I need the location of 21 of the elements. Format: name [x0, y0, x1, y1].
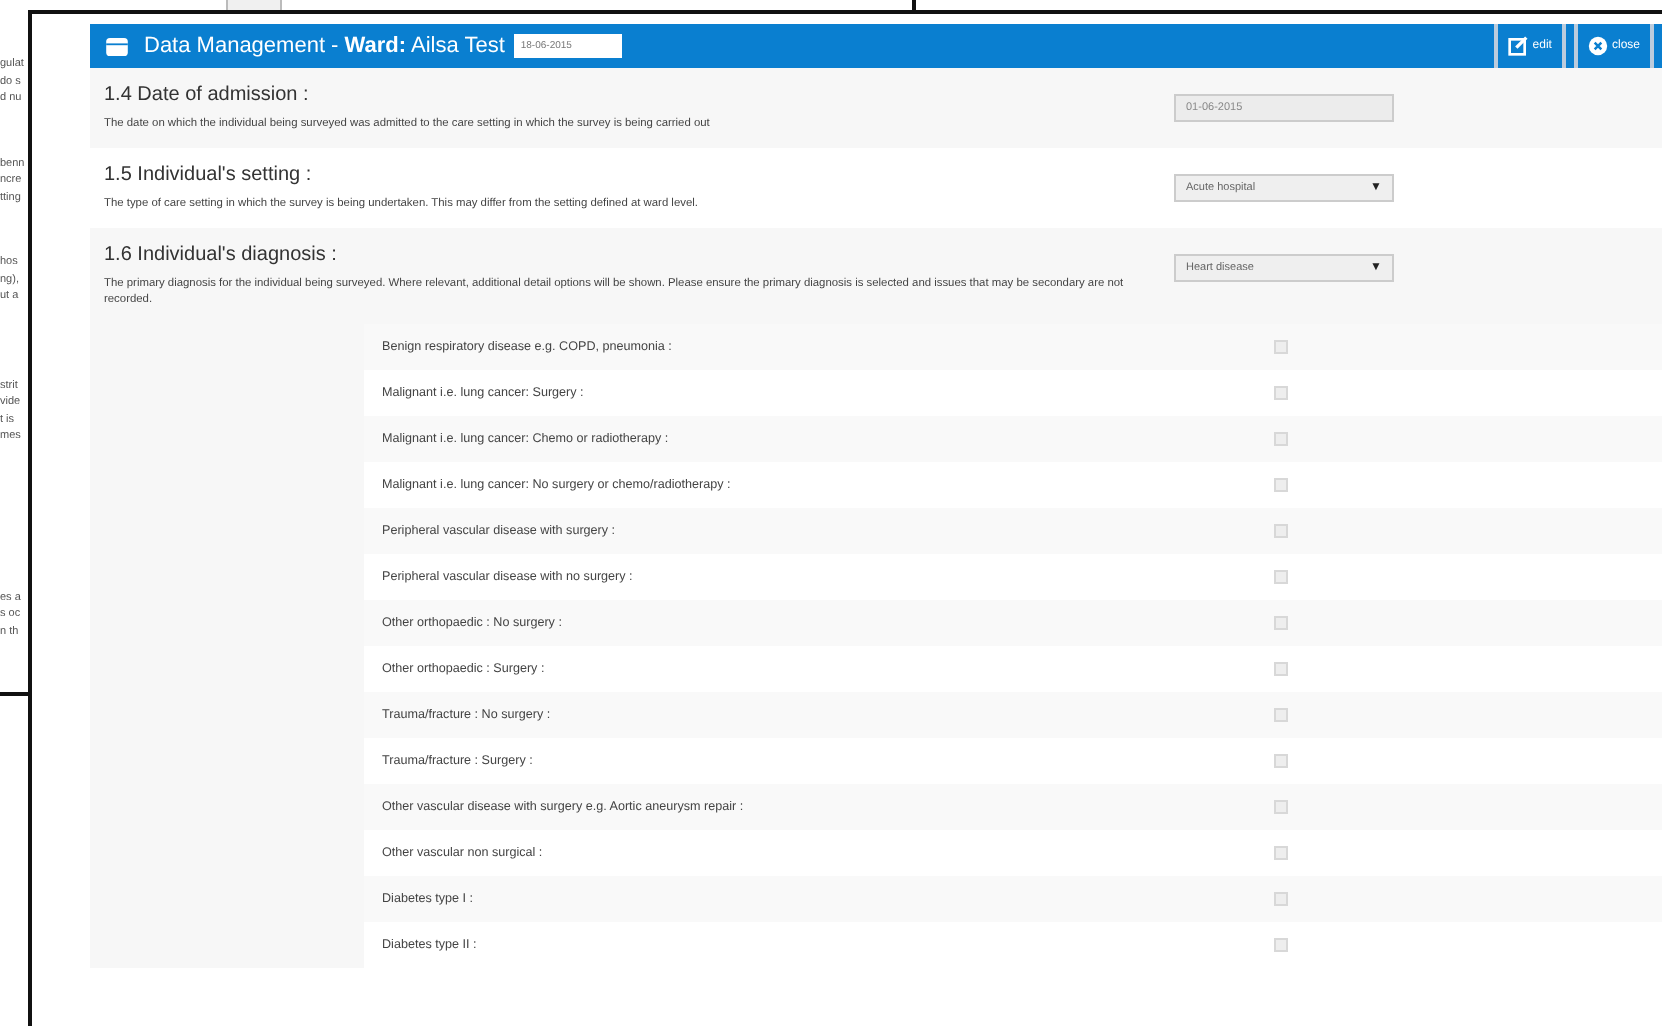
checkbox[interactable] [1274, 892, 1288, 906]
close-icon [1587, 36, 1608, 56]
checkbox[interactable] [1274, 846, 1288, 860]
checkbox[interactable] [1274, 570, 1288, 584]
checkbox[interactable] [1274, 662, 1288, 676]
checkbox[interactable] [1274, 800, 1288, 814]
checkbox[interactable] [1274, 938, 1288, 952]
question-title: 1.6 Individual's diagnosis : [104, 244, 339, 266]
edit-icon [1508, 36, 1529, 56]
checkbox[interactable] [1274, 386, 1288, 400]
question-title: 1.5 Individual's setting : [104, 164, 314, 186]
dialog-title: Data Management - Ward: Ailsa Test [144, 34, 505, 58]
checkbox[interactable] [1274, 524, 1288, 538]
checkbox[interactable] [1274, 432, 1288, 446]
window-icon [106, 37, 128, 55]
question-title: 1.4 Date of admission : [104, 84, 311, 106]
checkbox[interactable] [1274, 708, 1288, 722]
checkbox[interactable] [1274, 478, 1288, 492]
checkbox[interactable] [1274, 616, 1288, 630]
checkbox[interactable] [1274, 754, 1288, 768]
checkbox[interactable] [1274, 340, 1288, 354]
